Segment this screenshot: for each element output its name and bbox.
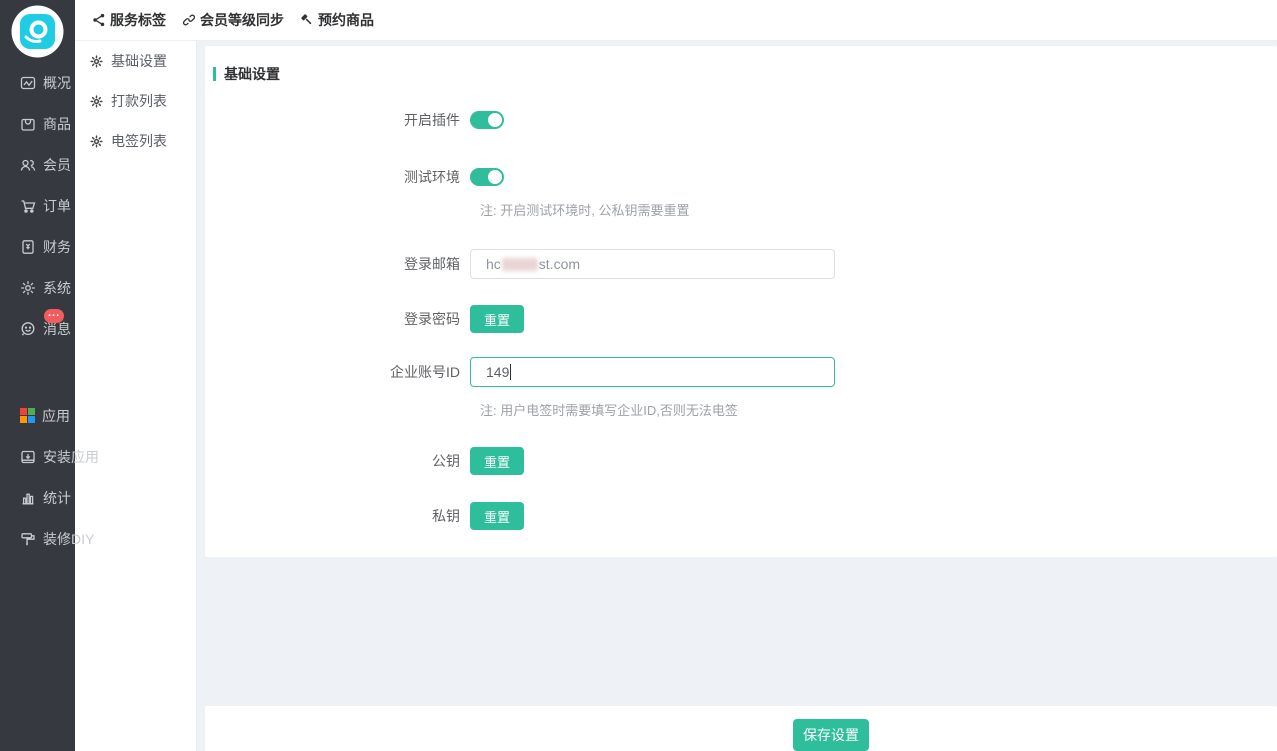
messages-badge: ...	[44, 309, 64, 323]
test-env-toggle-label: 测试环境	[205, 167, 470, 187]
password-reset-button[interactable]: 重置	[470, 305, 524, 333]
card-title-text: 基础设置	[224, 64, 280, 84]
sidebar-item-system[interactable]: 系统	[0, 267, 75, 308]
company-id-label: 企业账号ID	[205, 362, 470, 382]
public-key-row: 公钥 重置	[205, 447, 1277, 475]
email-value-suffix: st.com	[539, 256, 580, 272]
link-icon	[182, 13, 196, 27]
right-column: 服务标签 会员等级同步 预约商品	[75, 0, 1277, 751]
save-settings-button[interactable]: 保存设置	[793, 719, 869, 751]
sidebar-item-decorate-diy[interactable]: 装修DIY	[0, 518, 75, 559]
secondary-sidebar: 基础设置 打款列表 电签列表	[75, 41, 197, 751]
toggle-knob	[488, 170, 502, 184]
app-window: 概况 商品 会员 订单 财务	[0, 0, 1277, 751]
test-env-toggle[interactable]	[470, 168, 504, 186]
sidebar-item-label: 会员	[43, 155, 71, 175]
sidebar-item-label: 统计	[43, 488, 71, 508]
messages-icon	[20, 321, 36, 337]
sidebar-item-overview[interactable]: 概况	[0, 62, 75, 103]
sidebar-item-stats[interactable]: 统计	[0, 477, 75, 518]
subnav-esign-list[interactable]: 电签列表	[75, 121, 196, 161]
toggle-knob	[488, 113, 502, 127]
app-logo[interactable]	[0, 0, 75, 62]
subnav-label: 基础设置	[111, 51, 167, 71]
logo-icon	[11, 5, 64, 58]
tab-service-tags[interactable]: 服务标签	[92, 10, 166, 30]
sidebar-item-label: 系统	[43, 278, 71, 298]
gear-icon	[90, 55, 103, 68]
sidebar-item-label: 商品	[43, 114, 71, 134]
primary-sidebar: 概况 商品 会员 订单 财务	[0, 0, 75, 751]
tab-label: 会员等级同步	[200, 10, 284, 30]
company-id-note: 注: 用户电签时需要填写企业ID,否则无法电签	[480, 400, 1277, 419]
password-label: 登录密码	[205, 309, 470, 329]
email-row: 登录邮箱 hc st.com	[205, 249, 1277, 279]
tab-member-level-sync[interactable]: 会员等级同步	[182, 10, 284, 30]
email-value-prefix: hc	[486, 256, 501, 272]
text-cursor	[510, 364, 511, 380]
overview-icon	[20, 75, 36, 91]
topbar: 服务标签 会员等级同步 预约商品	[75, 0, 1277, 41]
subnav-label: 电签列表	[111, 131, 167, 151]
gavel-icon	[300, 13, 314, 27]
card-title: 基础设置	[205, 46, 1277, 84]
goods-icon	[20, 116, 36, 132]
install-app-icon	[20, 449, 36, 465]
footer-bar: 保存设置	[205, 706, 1277, 751]
subnav-basic-settings[interactable]: 基础设置	[75, 41, 196, 81]
private-key-label: 私钥	[205, 506, 470, 526]
company-id-row: 企业账号ID 149	[205, 357, 1277, 387]
public-key-label: 公钥	[205, 451, 470, 471]
paint-roller-icon	[20, 531, 36, 547]
password-row: 登录密码 重置	[205, 305, 1277, 333]
plugin-toggle-label: 开启插件	[205, 110, 470, 130]
sidebar-item-finance[interactable]: 财务	[0, 226, 75, 267]
sidebar-item-goods[interactable]: 商品	[0, 103, 75, 144]
content-area: 基础设置 打款列表 电签列表	[75, 41, 1277, 751]
company-id-value: 149	[486, 364, 509, 380]
orders-icon	[20, 198, 36, 214]
gear-icon	[90, 135, 103, 148]
private-key-row: 私钥 重置	[205, 502, 1277, 530]
finance-icon	[20, 239, 36, 255]
test-env-note: 注: 开启测试环境时, 公私钥需要重置	[480, 200, 1277, 219]
sidebar-group-gap	[0, 349, 75, 395]
sidebar-item-label: 应用	[42, 406, 70, 426]
basic-settings-card: 基础设置 开启插件 测试环境 注: 开启测试环境时,	[205, 46, 1277, 557]
share-icon	[92, 13, 106, 27]
email-input[interactable]: hc st.com	[470, 249, 835, 279]
plugin-toggle[interactable]	[470, 111, 504, 129]
members-icon	[20, 157, 36, 173]
gear-icon	[90, 95, 103, 108]
sidebar-item-label: 安装应用	[43, 447, 99, 467]
plugin-toggle-row: 开启插件	[205, 110, 1277, 130]
sidebar-item-label: 装修DIY	[43, 529, 94, 549]
sidebar-item-label: 订单	[43, 196, 71, 216]
private-key-reset-button[interactable]: 重置	[470, 502, 524, 530]
sidebar-item-messages[interactable]: 消息 ...	[0, 308, 75, 349]
sidebar-item-orders[interactable]: 订单	[0, 185, 75, 226]
subnav-payment-list[interactable]: 打款列表	[75, 81, 196, 121]
tab-label: 预约商品	[318, 10, 374, 30]
title-marker-bar	[213, 67, 216, 81]
main-area: 基础设置 开启插件 测试环境 注: 开启测试环境时,	[197, 41, 1277, 751]
system-icon	[20, 280, 36, 296]
public-key-reset-button[interactable]: 重置	[470, 447, 524, 475]
subnav-label: 打款列表	[111, 91, 167, 111]
sidebar-item-label: 概况	[43, 73, 71, 93]
sidebar-item-install-app[interactable]: 安装应用	[0, 436, 75, 477]
sidebar-item-label: 财务	[43, 237, 71, 257]
company-id-input[interactable]: 149	[470, 357, 835, 387]
tab-reserved-goods[interactable]: 预约商品	[300, 10, 374, 30]
email-label: 登录邮箱	[205, 254, 470, 274]
sidebar-item-members[interactable]: 会员	[0, 144, 75, 185]
redacted-email-segment	[502, 258, 538, 271]
apps-icon	[20, 408, 35, 423]
sidebar-item-apps[interactable]: 应用	[0, 395, 75, 436]
tab-label: 服务标签	[110, 10, 166, 30]
test-env-toggle-row: 测试环境	[205, 167, 1277, 187]
stats-icon	[20, 490, 36, 506]
